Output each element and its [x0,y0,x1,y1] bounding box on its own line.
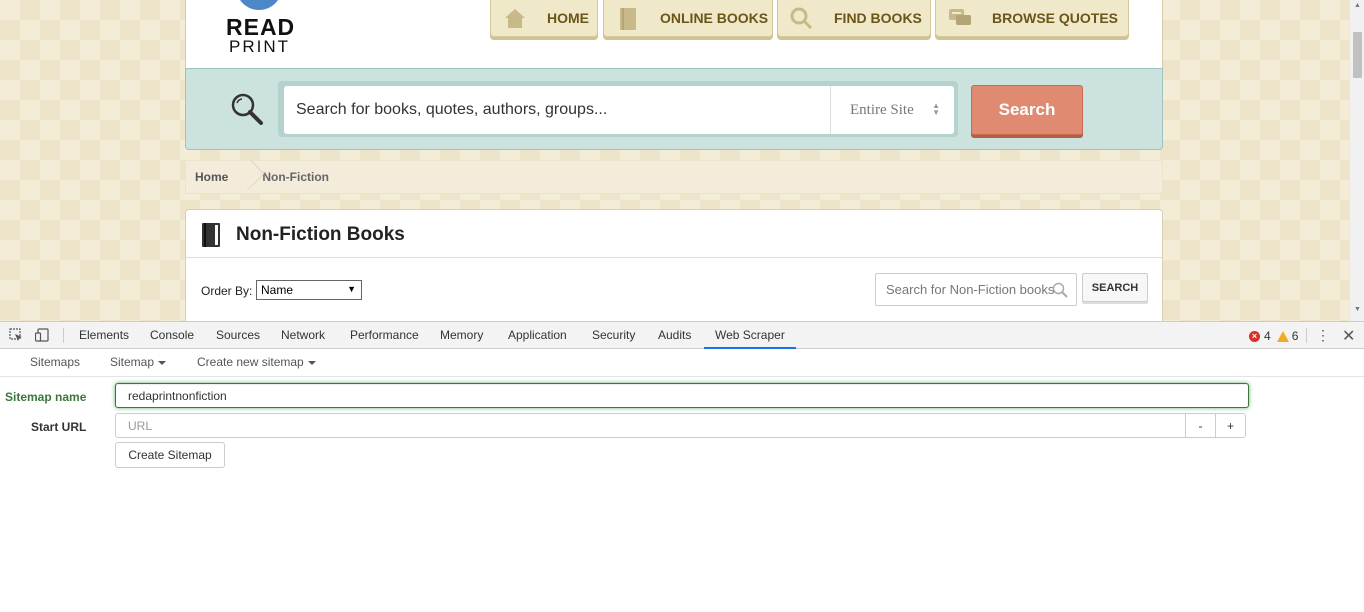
nav-find-books-button[interactable]: FIND BOOKS [777,0,931,37]
web-scraper-menu: Sitemaps Sitemap Create new sitemap [0,349,1364,377]
menu-sitemap-label: Sitemap [110,355,155,369]
site-search-panel: Entire Site ▲▼ Search [185,68,1163,150]
toolbar-divider [63,328,64,343]
sitemap-name-label: Sitemap name [5,390,87,404]
tab-console[interactable]: Console [139,322,205,349]
nav-browse-quotes-label: BROWSE QUOTES [992,10,1119,26]
nav-find-books-label: FIND BOOKS [834,10,922,26]
start-url-label: Start URL [31,420,87,434]
non-fiction-search-input[interactable] [875,273,1077,306]
book-icon [202,223,220,247]
create-sitemap-button[interactable]: Create Sitemap [115,442,225,468]
warning-count: 6 [1291,329,1299,343]
non-fiction-section: Non-Fiction Books Order By: Name ▼ SEARC… [185,209,1163,321]
toolbar-divider [1306,328,1307,343]
page-scrollbar[interactable]: ▲ ▼ [1349,0,1364,321]
tab-performance[interactable]: Performance [339,322,430,349]
house-icon [503,7,527,29]
magnifier-icon [790,7,814,30]
scroll-down-arrow-icon[interactable]: ▼ [1354,306,1361,313]
site-search-button[interactable]: Search [971,85,1083,135]
chevron-down-icon: ▼ [347,284,356,294]
menu-create-new-sitemap[interactable]: Create new sitemap [197,349,316,377]
inspect-element-icon[interactable] [9,328,23,342]
order-by-label: Order By: [201,284,253,298]
tab-audits[interactable]: Audits [647,322,702,349]
breadcrumb-separator [240,160,250,194]
logo-heart-icon [236,0,282,10]
nav-home-button[interactable]: HOME [490,0,598,37]
tab-web-scraper[interactable]: Web Scraper [704,322,796,349]
nav-online-books-button[interactable]: ONLINE BOOKS [603,0,773,37]
order-by-value: Name [261,283,294,297]
nav-browse-quotes-button[interactable]: BROWSE QUOTES [935,0,1129,37]
error-warning-counter[interactable]: × 4 6 [1249,329,1298,343]
search-scope-value: Entire Site [850,101,914,118]
tab-application[interactable]: Application [497,322,578,349]
error-icon: × [1249,330,1260,342]
devtools-panel: Elements Console Sources Network Perform… [0,321,1364,612]
more-options-icon[interactable]: ⋮ [1316,327,1330,343]
add-url-button[interactable]: + [1215,413,1246,438]
sitemap-name-input[interactable] [115,383,1249,408]
non-fiction-search-button[interactable]: SEARCH [1082,273,1148,302]
book-icon [616,7,640,30]
start-url-input[interactable] [115,413,1186,438]
search-scope-select[interactable]: Entire Site ▲ ▼ [830,86,954,134]
nav-online-books-label: ONLINE BOOKS [660,10,769,26]
updown-arrows-icon: ▲ ▼ [932,101,940,117]
tab-elements[interactable]: Elements [68,322,140,349]
site-search-input[interactable] [284,86,830,134]
menu-create-new-sitemap-label: Create new sitemap [197,355,304,369]
tab-sources[interactable]: Sources [205,322,271,349]
caret-down-icon [158,360,167,365]
breadcrumb-home-link[interactable]: Home [186,170,240,184]
close-icon[interactable]: ✕ [1342,326,1355,346]
section-header: Non-Fiction Books [186,210,1162,258]
error-count: 4 [1264,329,1271,343]
devtools-tabbar: Elements Console Sources Network Perform… [0,322,1364,349]
menu-sitemaps[interactable]: Sitemaps [30,349,80,377]
breadcrumb: Home Non-Fiction [185,160,1163,194]
search-icon [1052,282,1068,298]
speech-bubbles-icon [948,7,972,29]
menu-sitemap[interactable]: Sitemap [110,349,167,377]
caret-down-icon [307,360,316,365]
warning-icon [1276,330,1289,342]
search-icon [231,93,263,125]
tab-memory[interactable]: Memory [429,322,494,349]
section-title: Non-Fiction Books [236,224,405,245]
device-toolbar-icon[interactable] [35,328,49,342]
remove-url-button[interactable]: - [1185,413,1216,438]
scrollbar-thumb[interactable] [1353,32,1362,78]
website-viewport: READ PRINT HOME ONLINE BOOKS FIND BOOKS … [0,0,1364,321]
tab-security[interactable]: Security [581,322,646,349]
logo-print-text[interactable]: PRINT [229,37,290,57]
scroll-up-arrow-icon[interactable]: ▲ [1354,2,1361,9]
nav-home-label: HOME [547,10,589,26]
order-by-select[interactable]: Name ▼ [256,280,362,300]
tab-network[interactable]: Network [270,322,336,349]
